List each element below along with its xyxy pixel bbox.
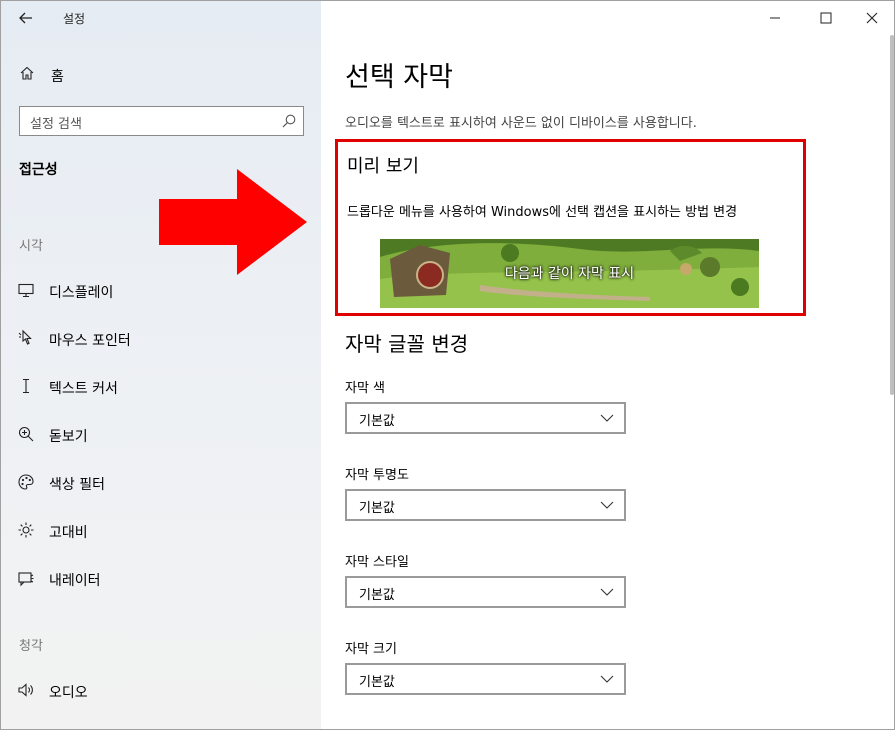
close-button[interactable] [850, 5, 894, 31]
search-placeholder: 설정 검색 [30, 117, 82, 132]
caption-style-label: 자막 스타일 [345, 555, 409, 570]
preview-description-link[interactable]: 드롭다운 메뉴를 사용하여 Windows에 선택 캡션을 표시하는 방법 변경 [347, 201, 737, 220]
main-content: 선택 자막 오디오를 텍스트로 표시하여 사운드 없이 디바이스를 사용합니다.… [321, 1, 894, 729]
sidebar-item-audio[interactable]: 오디오 [1, 673, 321, 707]
speaker-icon [18, 683, 33, 697]
caption-color-dropdown[interactable]: 기본값 [345, 402, 626, 434]
app-title: 설정 [63, 12, 86, 26]
chevron-down-icon [600, 675, 614, 683]
sidebar-item-label: 텍스트 커서 [49, 381, 118, 397]
dropdown-value: 기본값 [359, 414, 395, 429]
preview-highlight-box: 미리 보기 드롭다운 메뉴를 사용하여 Windows에 선택 캡션을 표시하는… [335, 139, 806, 316]
font-section-heading: 자막 글꼴 변경 [345, 332, 469, 356]
sidebar-item-label: 마우스 포인터 [49, 333, 131, 349]
sidebar-item-label: 색상 필터 [49, 477, 105, 493]
maximize-button[interactable] [804, 5, 848, 31]
sidebar-item-magnifier[interactable]: 돋보기 [1, 417, 321, 451]
preview-caption-text: 다음과 같이 자막 표시 [504, 266, 635, 282]
sidebar-item-color-filter[interactable]: 색상 필터 [1, 465, 321, 499]
search-icon [282, 114, 296, 128]
back-arrow-icon [19, 12, 32, 24]
chevron-down-icon [600, 414, 614, 422]
sidebar-item-high-contrast[interactable]: 고대비 [1, 513, 321, 547]
nav-home[interactable]: 홈 [1, 59, 321, 91]
caption-opacity-label: 자막 투명도 [345, 468, 409, 483]
preview-heading: 미리 보기 [347, 156, 419, 177]
caption-preview-image: 다음과 같이 자막 표시 [380, 239, 759, 308]
group-label-vision: 시각 [19, 239, 43, 254]
caption-style-dropdown[interactable]: 기본값 [345, 576, 626, 608]
caption-size-dropdown[interactable]: 기본값 [345, 663, 626, 695]
caption-opacity-dropdown[interactable]: 기본값 [345, 489, 626, 521]
title-bar-left: 설정 [1, 1, 321, 35]
caption-color-label: 자막 색 [345, 381, 386, 396]
sidebar-item-label: 내레이터 [49, 573, 101, 589]
sidebar-item-mouse-pointer[interactable]: 마우스 포인터 [1, 321, 321, 355]
sidebar-item-label: 오디오 [49, 685, 88, 701]
narrator-icon [18, 572, 34, 587]
chevron-down-icon [600, 501, 614, 509]
monitor-icon [18, 283, 34, 298]
nav-home-label: 홈 [51, 69, 64, 85]
settings-window: 설정 홈 설정 검색 접근성 시각 디스플레이 마우스 포인터 텍스트 커서 돋… [0, 0, 895, 730]
minimize-icon [770, 17, 780, 19]
sidebar-item-label: 고대비 [49, 525, 88, 541]
home-icon [20, 66, 34, 80]
palette-icon [18, 474, 34, 490]
sidebar-item-label: 돋보기 [49, 429, 88, 445]
search-input[interactable]: 설정 검색 [19, 106, 304, 136]
close-icon [866, 12, 878, 24]
page-title: 선택 자막 [345, 62, 453, 93]
chevron-down-icon [600, 588, 614, 596]
dropdown-value: 기본값 [359, 675, 395, 690]
sidebar: 설정 홈 설정 검색 접근성 시각 디스플레이 마우스 포인터 텍스트 커서 돋… [1, 1, 321, 729]
sidebar-item-display[interactable]: 디스플레이 [1, 273, 321, 307]
red-arrow-annotation [159, 169, 307, 275]
scrollbar[interactable] [890, 35, 894, 395]
back-button[interactable] [13, 7, 39, 29]
minimize-button[interactable] [753, 5, 797, 31]
text-cursor-icon [23, 378, 29, 394]
dropdown-value: 기본값 [359, 588, 395, 603]
dropdown-value: 기본값 [359, 501, 395, 516]
magnifier-icon [18, 426, 34, 442]
sidebar-item-label: 디스플레이 [49, 285, 114, 301]
caption-size-label: 자막 크기 [345, 642, 397, 657]
maximize-icon [820, 12, 832, 24]
section-title: 접근성 [19, 162, 58, 178]
sidebar-item-text-cursor[interactable]: 텍스트 커서 [1, 369, 321, 403]
mouse-pointer-icon [18, 329, 32, 345]
group-label-hearing: 청각 [19, 639, 43, 654]
page-description: 오디오를 텍스트로 표시하여 사운드 없이 디바이스를 사용합니다. [345, 116, 697, 131]
sidebar-item-narrator[interactable]: 내레이터 [1, 561, 321, 595]
sun-icon [18, 522, 34, 538]
